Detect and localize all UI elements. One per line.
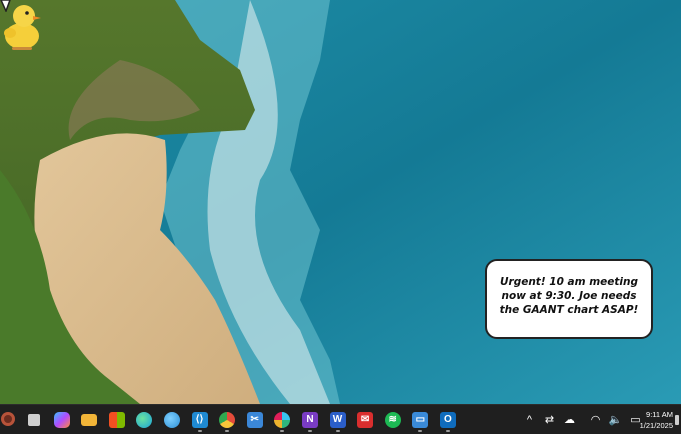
taskbar-app-remote-desktop[interactable]: ▭: [408, 408, 432, 432]
system-tray: ^ ⇄ ☁ ◠ 🔈 ▭: [522, 412, 648, 428]
vscode-icon: ⟨⟩: [191, 412, 208, 428]
running-indicator: [197, 430, 202, 432]
taskbar-app-chrome[interactable]: [215, 408, 239, 432]
mail-icon: ✉: [357, 412, 374, 428]
sticky-reminder-text: Urgent! 10 am meeting now at 9:30. Joe n…: [499, 276, 639, 316]
edge-canary-icon: [163, 412, 180, 428]
show-hidden-icons-chevron-icon[interactable]: ^: [522, 412, 537, 428]
running-indicator: [335, 430, 340, 432]
wallpaper-image: [0, 0, 681, 404]
outlook-icon: O: [439, 412, 456, 428]
sticky-reminder-bubble[interactable]: Urgent! 10 am meeting now at 9:30. Joe n…: [485, 259, 653, 339]
desktop: Urgent! 10 am meeting now at 9:30. Joe n…: [0, 0, 681, 404]
duck-mascot-icon[interactable]: [0, 0, 44, 52]
taskbar: ⟨⟩ ✂ N W ✉ ≋ ▭ O ^ ⇄ ☁ ◠ 🔈 ▭ 9:11 AM 1/2…: [0, 404, 681, 434]
running-indicator: [280, 430, 285, 432]
taskbar-app-vscode[interactable]: ⟨⟩: [188, 408, 212, 432]
running-indicator: [307, 430, 312, 432]
weather-widget[interactable]: [0, 408, 18, 435]
wifi-icon[interactable]: ◠: [588, 412, 603, 428]
running-indicator: [225, 430, 230, 432]
taskbar-app-edge[interactable]: [132, 408, 156, 432]
notification-bell-icon[interactable]: [675, 415, 679, 425]
running-indicator: [445, 430, 450, 432]
slack-icon: [274, 412, 291, 428]
chrome-icon: [219, 412, 236, 428]
taskbar-app-mail[interactable]: ✉: [353, 408, 377, 432]
spotify-icon: ≋: [384, 412, 401, 428]
folder-icon: [81, 414, 98, 426]
taskbar-app-slack[interactable]: [270, 408, 294, 432]
file-explorer-icon: [28, 414, 40, 426]
word-icon: W: [329, 412, 346, 428]
weather-icon: [1, 412, 15, 426]
clock[interactable]: 9:11 AM 1/21/2025: [640, 409, 673, 431]
taskbar-app-spotify[interactable]: ≋: [381, 408, 405, 432]
running-indicator: [418, 430, 423, 432]
copilot-icon: [53, 412, 70, 428]
onenote-icon: N: [301, 412, 318, 428]
taskbar-app-copilot[interactable]: [50, 408, 74, 432]
taskbar-app-folder[interactable]: [77, 408, 101, 432]
remote-desktop-icon: ▭: [412, 412, 429, 428]
volume-muted-icon[interactable]: 🔈: [608, 412, 623, 428]
taskbar-app-store[interactable]: [105, 408, 129, 432]
sync-icon[interactable]: ⇄: [542, 412, 557, 428]
taskbar-app-word[interactable]: W: [326, 408, 350, 432]
snip-icon: ✂: [246, 412, 263, 428]
onedrive-cloud-icon[interactable]: ☁: [562, 412, 577, 428]
taskbar-app-outlook[interactable]: O: [436, 408, 460, 432]
taskbar-app-edge-canary[interactable]: [160, 408, 184, 432]
taskbar-app-onenote[interactable]: N: [298, 408, 322, 432]
store-icon: [108, 412, 125, 428]
clock-time: 9:11 AM: [646, 410, 673, 419]
taskbar-app-file-explorer[interactable]: [22, 408, 46, 432]
taskbar-app-snip[interactable]: ✂: [243, 408, 267, 432]
clock-date: 1/21/2025: [639, 421, 673, 430]
taskbar-apps: ⟨⟩ ✂ N W ✉ ≋ ▭ O: [22, 408, 464, 432]
edge-icon: [136, 412, 153, 428]
